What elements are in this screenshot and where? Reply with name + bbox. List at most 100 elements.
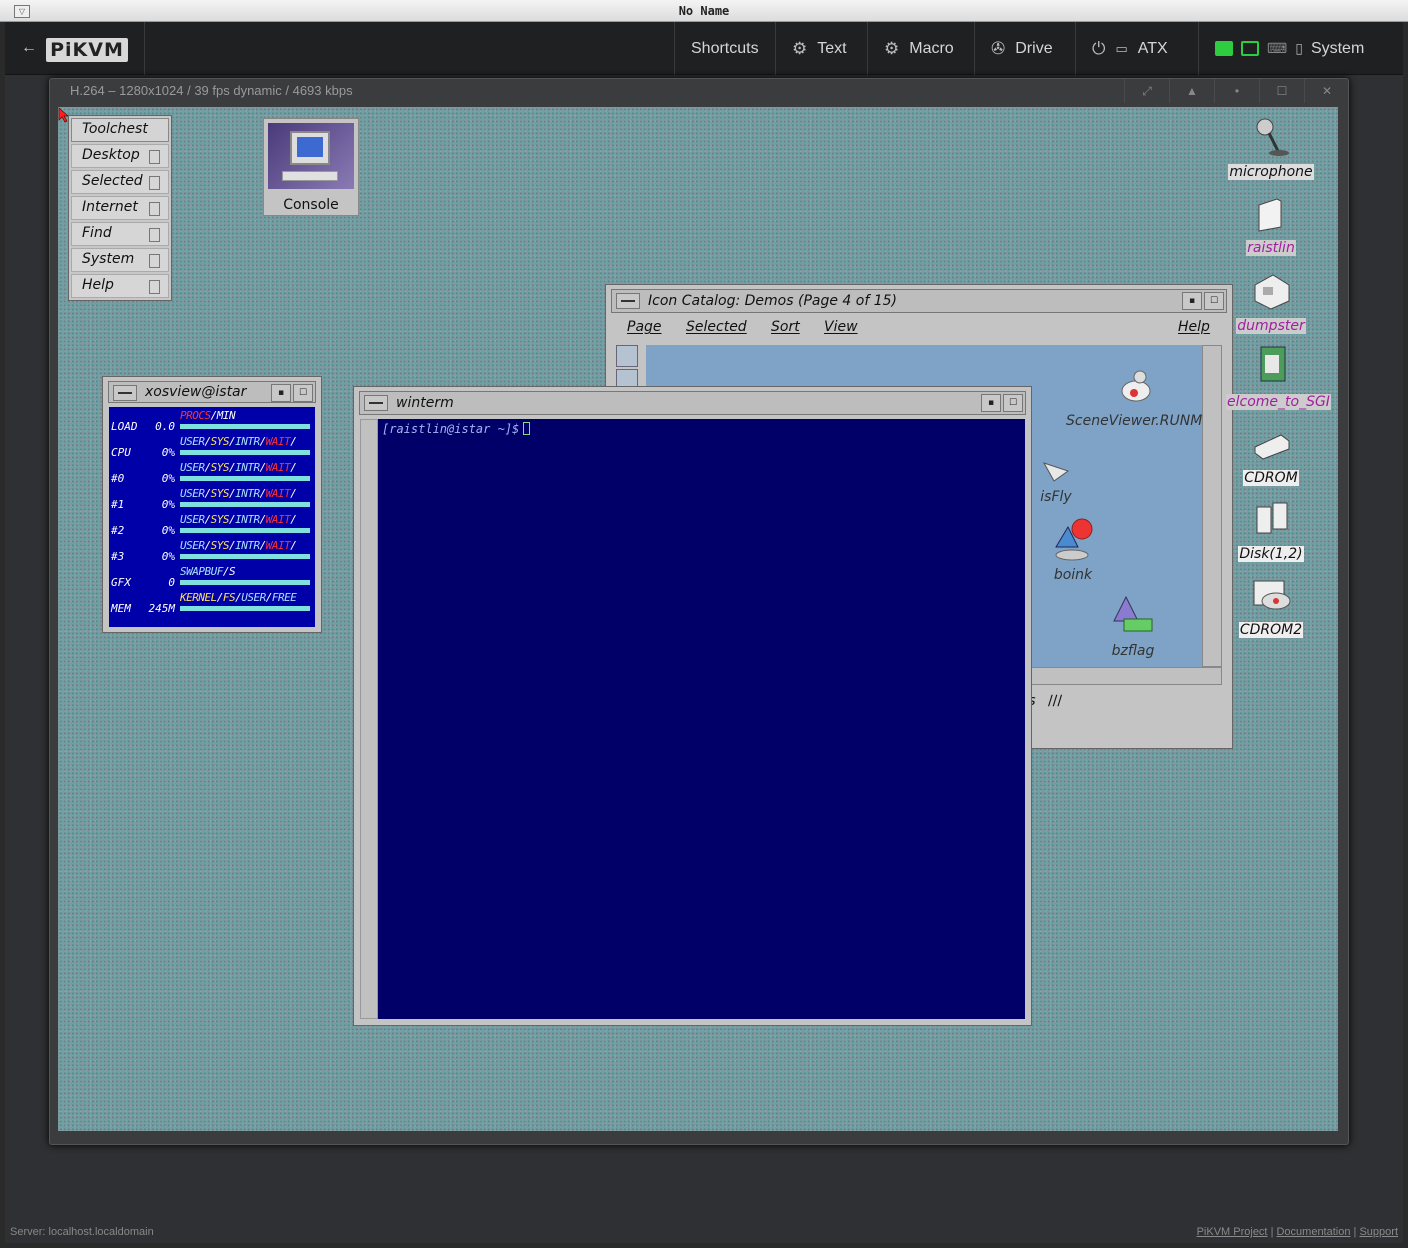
- drive-label: Drive: [1015, 39, 1053, 57]
- desktop-icon-disk[interactable]: Disk(1,2): [1226, 497, 1316, 562]
- meter-legend-part: SYS: [210, 461, 230, 474]
- drive-menu[interactable]: ✇ Drive: [974, 22, 1075, 75]
- computer-icon: [268, 123, 354, 189]
- atx-label: ATX: [1137, 39, 1168, 57]
- winterm-title: winterm: [396, 395, 454, 411]
- pikvm-project-link[interactable]: PiKVM Project: [1197, 1226, 1268, 1238]
- dot-icon[interactable]: •: [1214, 79, 1259, 103]
- maximize-button[interactable]: ☐: [1003, 394, 1023, 412]
- catalog-vertical-scrollbar[interactable]: [1202, 345, 1222, 667]
- meter-bar: [180, 476, 310, 481]
- toolchest-item-internet[interactable]: Internet: [71, 196, 169, 220]
- gear-icon: ⚙: [884, 38, 900, 58]
- desktop-icon-microphone[interactable]: microphone: [1226, 115, 1316, 180]
- sceneviewer-icon: [1121, 370, 1151, 402]
- window-menu-icon[interactable]: [113, 385, 137, 401]
- meter-legend-part: KERNEL: [180, 591, 217, 604]
- macro-menu[interactable]: ⚙ Macro: [867, 22, 974, 75]
- meter-legend-part: SWAPBUF: [180, 565, 223, 578]
- menu-sort[interactable]: Sort: [771, 319, 800, 335]
- meter-value: 0.0: [155, 420, 175, 433]
- maximize-button[interactable]: ☐: [1204, 292, 1224, 310]
- menu-selected[interactable]: Selected: [686, 319, 747, 335]
- close-icon[interactable]: ✕: [1304, 79, 1349, 103]
- menu-view[interactable]: View: [824, 319, 858, 335]
- sgi-document-icon: [1260, 346, 1286, 382]
- meter-legend-part: /: [290, 487, 297, 500]
- minimize-button[interactable]: ▪: [1182, 292, 1202, 310]
- support-link[interactable]: Support: [1359, 1226, 1398, 1238]
- atx-menu[interactable]: ⏻ ▭ ATX: [1075, 22, 1198, 75]
- catalog-title: Icon Catalog: Demos (Page 4 of 15): [648, 293, 897, 309]
- desktop-icon-raistlin[interactable]: raistlin: [1226, 193, 1316, 256]
- toolchest-item-help[interactable]: Help: [71, 274, 169, 298]
- dumpster-icon: [1254, 274, 1290, 310]
- toolchest-item-desktop[interactable]: Desktop: [71, 144, 169, 168]
- meter-legend-part: INTR: [235, 461, 260, 474]
- toolchest-item-label: Help: [82, 277, 114, 293]
- catalog-icon-bzflag[interactable]: bzflag: [1098, 593, 1168, 659]
- macro-label: Macro: [909, 39, 954, 57]
- desktop-icon-dumpster[interactable]: dumpster: [1226, 267, 1316, 334]
- toolchest-item-label: Selected: [82, 173, 143, 189]
- desktop-icon-label: CDROM2: [1238, 622, 1304, 638]
- toolchest-title[interactable]: Toolchest: [71, 118, 169, 142]
- submenu-icon: [149, 150, 160, 164]
- terminal-screen[interactable]: [raistlin@istar ~]$: [378, 419, 1025, 1019]
- desktop-icon-cdrom[interactable]: CDROM: [1226, 423, 1316, 486]
- meter-legend-part: FS: [222, 591, 236, 604]
- remote-desktop[interactable]: Toolchest Desktop Selected Internet Find…: [58, 107, 1338, 1131]
- desktop-icon-label: Disk(1,2): [1238, 546, 1304, 562]
- meter-label: #1: [111, 498, 125, 511]
- winterm-titlebar[interactable]: winterm ▪ ☐: [359, 391, 1026, 415]
- meter-bar: [180, 606, 310, 611]
- meter-bar: [180, 424, 310, 429]
- meter-legend-part: SYS: [210, 513, 230, 526]
- desktop-icon-label: microphone: [1228, 164, 1314, 180]
- fit-icon[interactable]: ⤢: [1124, 79, 1169, 103]
- upload-icon[interactable]: ▲: [1169, 79, 1214, 103]
- catalog-icon-sceneviewer[interactable]: SceneViewer.RUNME: [1066, 365, 1211, 429]
- desktop-icon-cdrom2[interactable]: CDROM2: [1226, 573, 1316, 638]
- winterm-scrollbar[interactable]: [360, 419, 378, 1019]
- toolchest-item-label: System: [82, 251, 135, 267]
- maximize-icon[interactable]: ☐: [1259, 79, 1304, 103]
- meter-value: 0: [168, 576, 175, 589]
- minimize-button[interactable]: ▪: [271, 384, 291, 402]
- catalog-icon-boink[interactable]: boink: [1038, 517, 1108, 583]
- toolchest-item-system[interactable]: System: [71, 248, 169, 272]
- maximize-button[interactable]: ☐: [293, 384, 313, 402]
- system-menu[interactable]: ⌨ ▯ System: [1198, 22, 1403, 75]
- meter-legend: USER/SYS/INTR/WAIT/: [180, 487, 297, 500]
- xosview-meter-row: LOAD 0.0 PROCS/MIN: [109, 409, 315, 435]
- icon-view-button[interactable]: [616, 345, 638, 367]
- xosview-titlebar[interactable]: xosview@istar ▪ ☐: [108, 381, 316, 403]
- toolchest-item-label: Desktop: [82, 147, 140, 163]
- text-menu[interactable]: ⚙ Text: [775, 22, 867, 75]
- shortcuts-menu[interactable]: Shortcuts: [674, 22, 775, 75]
- shortcuts-label: Shortcuts: [691, 39, 759, 57]
- window-menu-icon[interactable]: [364, 395, 388, 411]
- console-icon[interactable]: Console: [263, 118, 359, 216]
- window-menu-icon[interactable]: [616, 293, 640, 309]
- desktop-icon-welcome-to-sgi[interactable]: elcome_to_SGI: [1226, 343, 1331, 410]
- toolchest-item-find[interactable]: Find: [71, 222, 169, 246]
- meter-legend-part: WAIT: [265, 539, 291, 552]
- meter-legend-part: USER: [180, 461, 205, 474]
- menu-page[interactable]: Page: [627, 319, 662, 335]
- system-label: System: [1310, 39, 1365, 57]
- pikvm-logo[interactable]: PiKVM: [46, 38, 128, 62]
- minimize-button[interactable]: ▪: [981, 394, 1001, 412]
- back-arrow-icon[interactable]: ←: [21, 39, 37, 57]
- catalog-icon-isfly[interactable]: isFly: [1026, 455, 1086, 505]
- toolchest-item-selected[interactable]: Selected: [71, 170, 169, 194]
- catalog-titlebar[interactable]: Icon Catalog: Demos (Page 4 of 15) ▪ ☐: [611, 289, 1227, 313]
- documentation-link[interactable]: Documentation: [1276, 1226, 1350, 1238]
- tab-ridges-icon: ∕∕∕: [1047, 693, 1063, 709]
- meter-legend-part: /MIN: [210, 409, 236, 422]
- footer-links: PiKVM Project | Documentation | Support: [1197, 1226, 1398, 1238]
- meter-legend-part: SYS: [210, 487, 230, 500]
- catalog-icon-label: boink: [1053, 567, 1093, 583]
- menu-help[interactable]: Help: [1178, 319, 1210, 335]
- meter-label: #2: [111, 524, 125, 537]
